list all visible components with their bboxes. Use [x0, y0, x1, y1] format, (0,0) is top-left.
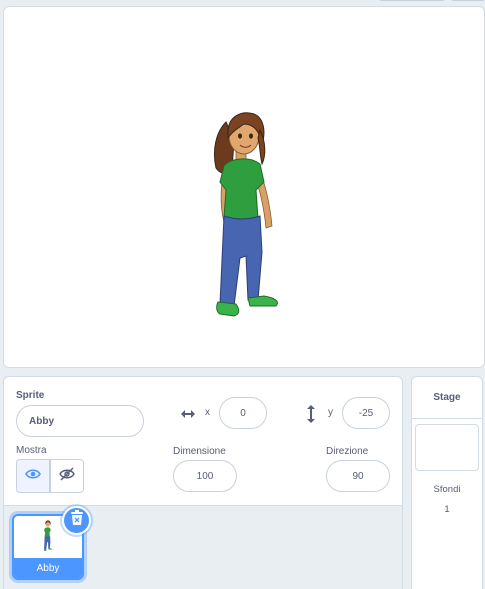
stage-title: Stage [412, 377, 482, 419]
stage-panel[interactable]: Stage Sfondi 1 [411, 376, 483, 589]
sprite-label: Sprite [16, 390, 45, 401]
hide-button[interactable] [50, 459, 84, 493]
vertical-arrows-icon [302, 404, 320, 424]
top-tab-left[interactable] [378, 0, 446, 1]
size-input[interactable]: 100 [173, 460, 237, 492]
sprite-list: Abby [3, 505, 403, 589]
x-label: x [205, 407, 210, 418]
x-input[interactable]: 0 [219, 397, 267, 429]
backdrops-label: Sfondi [433, 484, 461, 495]
top-tab-right[interactable] [450, 0, 485, 1]
size-label: Dimensione [173, 446, 226, 457]
stage-thumbnail[interactable] [415, 424, 479, 471]
horizontal-arrows-icon [179, 405, 197, 423]
y-label: y [328, 407, 333, 418]
stage-canvas[interactable] [3, 6, 485, 368]
eye-hidden-icon [59, 467, 75, 486]
abby-sprite[interactable] [210, 110, 282, 322]
eye-icon [25, 467, 41, 485]
sprite-info-panel: Sprite Abby x 0 y -25 Mostra Dimensione … [3, 376, 403, 506]
show-button[interactable] [16, 459, 50, 493]
backdrops-count: 1 [444, 504, 450, 515]
show-label: Mostra [16, 445, 47, 456]
sprite-name-input[interactable]: Abby [16, 405, 144, 437]
y-input[interactable]: -25 [342, 397, 390, 429]
direction-input[interactable]: 90 [326, 460, 390, 492]
trash-icon [70, 510, 84, 531]
sprite-thumbnail-label: Abby [14, 558, 82, 578]
delete-sprite-button[interactable] [62, 506, 91, 535]
direction-label: Direzione [326, 446, 369, 457]
abby-thumbnail-image [43, 520, 53, 552]
